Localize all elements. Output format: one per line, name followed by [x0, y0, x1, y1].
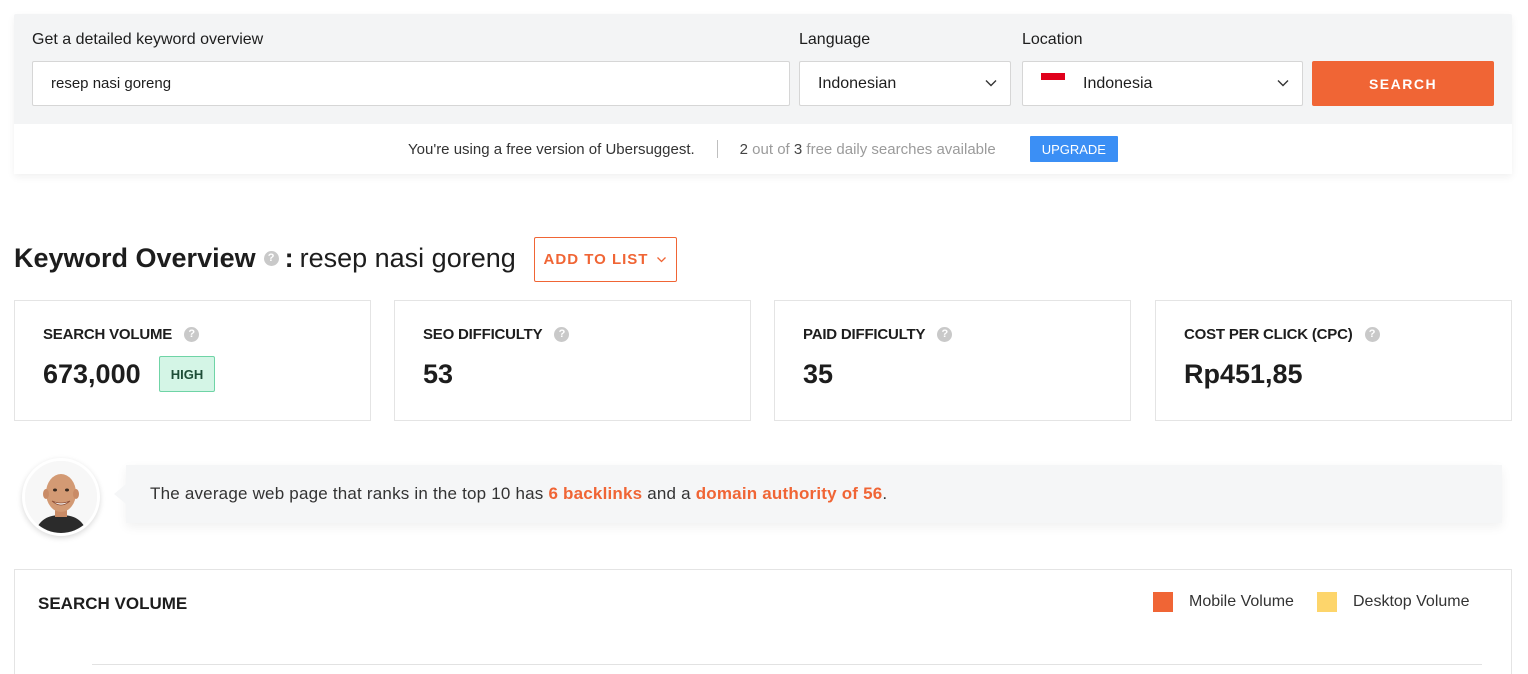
backlinks-highlight: 6 backlinks — [548, 484, 643, 503]
seo-difficulty-card: SEO DIFFICULTY ? 53 — [394, 300, 751, 421]
help-icon[interactable]: ? — [554, 327, 570, 342]
keyword-search-panel: Get a detailed keyword overview Language… — [14, 14, 1512, 174]
location-select[interactable]: Indonesia — [1022, 61, 1303, 106]
metric-title: PAID DIFFICULTY ? — [803, 326, 953, 343]
legend-mobile-volume[interactable]: Mobile Volume — [1153, 592, 1294, 612]
help-icon[interactable]: ? — [1364, 327, 1380, 342]
metric-value: 53 — [423, 359, 454, 389]
overview-title-text: Keyword Overview — [14, 243, 256, 273]
search-button[interactable]: SEARCH — [1312, 61, 1494, 106]
legend-label: Desktop Volume — [1353, 593, 1470, 610]
paid-difficulty-card: PAID DIFFICULTY ? 35 — [774, 300, 1131, 421]
metric-value: 673,000 — [43, 359, 141, 389]
metric-title: SEARCH VOLUME ? — [43, 326, 200, 343]
search-volume-chart-panel: SEARCH VOLUME Mobile Volume Desktop Volu… — [14, 569, 1512, 674]
free-version-text: You're using a free version of Ubersugge… — [408, 140, 695, 158]
title-colon: : — [284, 243, 294, 273]
legend-label: Mobile Volume — [1189, 593, 1294, 610]
upgrade-button[interactable]: UPGRADE — [1029, 136, 1118, 162]
chevron-down-icon — [657, 257, 667, 263]
indonesia-flag-icon — [1041, 72, 1065, 87]
status-badge: HIGH — [159, 356, 215, 392]
help-icon[interactable]: ? — [937, 327, 953, 342]
language-value: Indonesian — [818, 74, 897, 92]
keyword-input[interactable] — [32, 61, 790, 106]
add-to-list-label: ADD TO LIST — [543, 251, 649, 268]
help-icon[interactable]: ? — [263, 251, 279, 266]
avatar — [22, 458, 100, 536]
domain-authority-highlight: domain authority of 56 — [695, 484, 883, 503]
keyword-label: Get a detailed keyword overview — [32, 31, 264, 48]
location-label: Location — [1022, 31, 1083, 48]
chart-title: SEARCH VOLUME — [38, 594, 188, 613]
metric-value: Rp451,85 — [1184, 359, 1303, 389]
help-icon[interactable]: ? — [184, 327, 200, 342]
language-label: Language — [799, 31, 871, 48]
add-to-list-button[interactable]: ADD TO LIST — [534, 237, 677, 282]
page-title: Keyword Overview ? : resep nasi goreng — [14, 243, 516, 274]
legend-swatch — [1153, 592, 1173, 612]
legend-swatch — [1317, 592, 1337, 612]
free-searches-count: 2 out of 3 free daily searches available — [739, 140, 996, 158]
notice-divider — [716, 140, 718, 158]
chevron-down-icon — [985, 80, 997, 87]
chevron-down-icon — [1277, 80, 1289, 87]
chart-gridline — [92, 664, 1482, 665]
cpc-card: COST PER CLICK (CPC) ? Rp451,85 — [1155, 300, 1512, 421]
overview-keyword: resep nasi goreng — [299, 243, 516, 273]
language-select[interactable]: Indonesian — [799, 61, 1011, 106]
location-value: Indonesia — [1083, 74, 1153, 92]
search-volume-card: SEARCH VOLUME ? 673,000 HIGH — [14, 300, 371, 421]
tip-message: The average web page that ranks in the t… — [114, 465, 1502, 523]
free-version-notice: You're using a free version of Ubersugge… — [14, 124, 1512, 174]
person-avatar-icon — [25, 461, 97, 533]
legend-desktop-volume[interactable]: Desktop Volume — [1317, 592, 1470, 612]
metric-value: 35 — [803, 359, 834, 389]
metric-title: COST PER CLICK (CPC) ? — [1184, 326, 1380, 343]
metric-title: SEO DIFFICULTY ? — [423, 326, 570, 343]
